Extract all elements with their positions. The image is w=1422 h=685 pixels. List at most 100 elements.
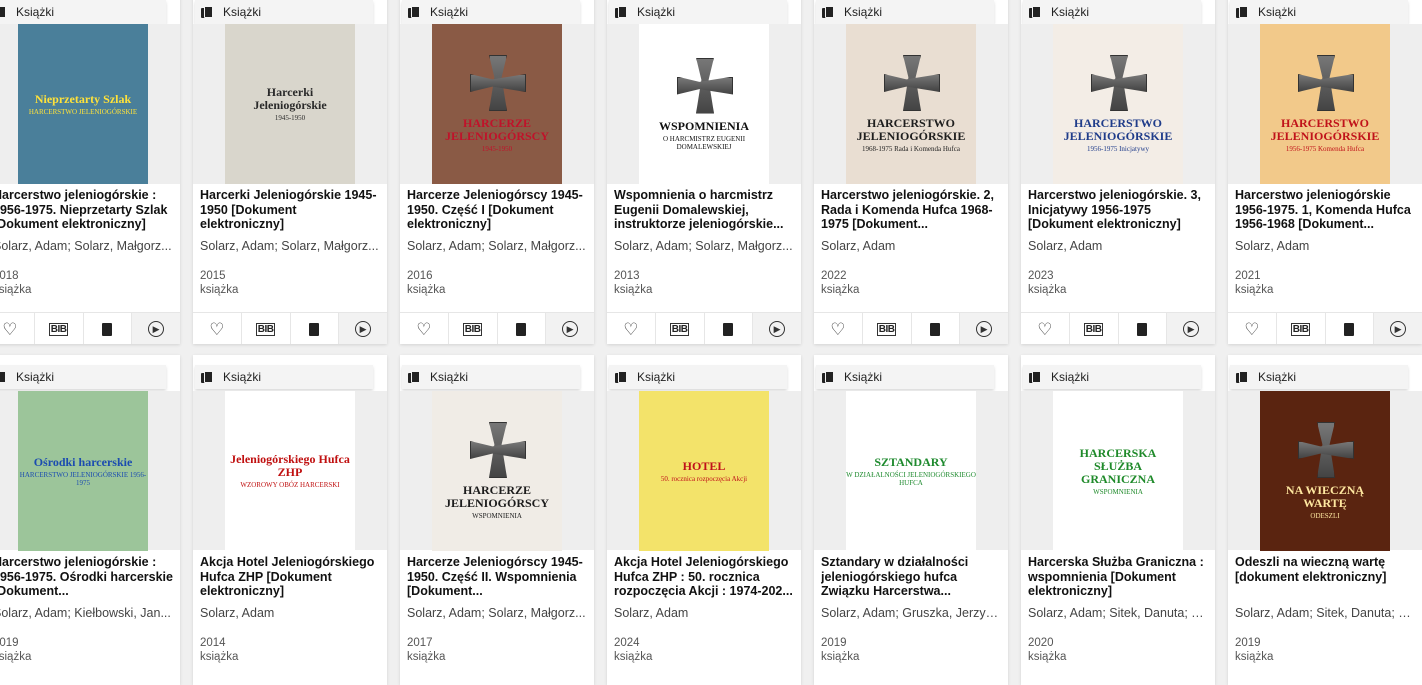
bibliography-button[interactable]: BIB: [863, 313, 912, 344]
book-title-link[interactable]: Wspomnienia o harcmistrz Eugenii Domalew…: [614, 188, 795, 232]
book-button[interactable]: [84, 313, 133, 344]
book-cover[interactable]: HARCERSKA SŁUŻBA GRANICZNA WSPOMNIENIA: [1053, 391, 1183, 551]
book-cover[interactable]: HARCERZE JELENIOGÓRSCY WSPOMNIENIA: [432, 391, 562, 551]
book-icon: [102, 322, 113, 336]
format-label: Książki: [430, 5, 469, 19]
books-icon: [201, 5, 213, 19]
result-card[interactable]: Książki HOTEL 50. rocznica rozpoczęcia A…: [607, 355, 801, 685]
favorite-button[interactable]: ♡: [193, 313, 242, 344]
book-cover[interactable]: NA WIECZNĄ WARTĘ ODESZLI: [1260, 391, 1390, 551]
book-title-link[interactable]: Harcerska Służba Graniczna : wspomnienia…: [1028, 555, 1209, 599]
result-card[interactable]: Książki HARCERSKA SŁUŻBA GRANICZNA WSPOM…: [1021, 355, 1215, 685]
book-title-link[interactable]: Akcja Hotel Jeleniogórskiego Hufca ZHP […: [200, 555, 381, 599]
cover-area[interactable]: SZTANDARY W DZIAŁALNOŚCI JELENIOGÓRSKIEG…: [814, 391, 1008, 551]
cover-area[interactable]: HARCERSTWO JELENIOGÓRSKIE 1956-1975 Kome…: [1228, 24, 1422, 184]
cover-subtitle: 1945-1950: [481, 145, 513, 153]
book-title-link[interactable]: Harcerstwo jeleniogórskie : 1956-1975. O…: [0, 555, 174, 599]
details-button[interactable]: ▶: [960, 313, 1008, 344]
book-title-link[interactable]: Odeszli na wieczną wartę [dokument elekt…: [1235, 555, 1416, 584]
cover-area[interactable]: Jeleniogórskiego Hufca ZHP WZOROWY OBÓZ …: [193, 391, 387, 551]
cover-area[interactable]: HARCERZE JELENIOGÓRSCY 1945-1950: [400, 24, 594, 184]
book-cover[interactable]: SZTANDARY W DZIAŁALNOŚCI JELENIOGÓRSKIEG…: [846, 391, 976, 551]
cover-area[interactable]: WSPOMNIENIA O HARCMISTRZ EUGENII DOMALEW…: [607, 24, 801, 184]
favorite-button[interactable]: ♡: [607, 313, 656, 344]
book-button[interactable]: [498, 313, 547, 344]
result-card[interactable]: Książki HARCERSTWO JELENIOGÓRSKIE 1968-1…: [814, 0, 1008, 344]
result-card[interactable]: Książki Ośrodki harcerskie HARCERSTWO JE…: [0, 355, 180, 685]
book-title-link[interactable]: Harcerstwo jeleniogórskie. 2, Rada i Kom…: [821, 188, 1002, 232]
favorite-button[interactable]: ♡: [400, 313, 449, 344]
book-authors: Solarz, Adam: [614, 606, 689, 620]
result-card[interactable]: Książki Jeleniogórskiego Hufca ZHP WZORO…: [193, 355, 387, 685]
favorite-button[interactable]: ♡: [1021, 313, 1070, 344]
book-button[interactable]: [705, 313, 754, 344]
result-card[interactable]: Książki NA WIECZNĄ WARTĘ ODESZLI Odeszli…: [1228, 355, 1422, 685]
book-title-link[interactable]: Akcja Hotel Jeleniogórskiego Hufca ZHP :…: [614, 555, 795, 599]
book-title-link[interactable]: Sztandary w działalności jeleniogórskieg…: [821, 555, 1002, 599]
cover-subtitle: WSPOMNIENIA: [472, 512, 522, 520]
details-button[interactable]: ▶: [546, 313, 594, 344]
book-icon: [723, 322, 734, 336]
bibliography-button[interactable]: BIB: [35, 313, 84, 344]
cover-area[interactable]: HARCERSKA SŁUŻBA GRANICZNA WSPOMNIENIA: [1021, 391, 1215, 551]
bib-icon: BIB: [1083, 322, 1104, 336]
book-button[interactable]: [1119, 313, 1168, 344]
result-card[interactable]: Książki WSPOMNIENIA O HARCMISTRZ EUGENII…: [607, 0, 801, 344]
book-cover[interactable]: Nieprzetarty Szlak HARCERSTWO JELENIOGÓR…: [18, 24, 148, 184]
details-button[interactable]: ▶: [753, 313, 801, 344]
book-button[interactable]: [1326, 313, 1375, 344]
cover-area[interactable]: HARCERSTWO JELENIOGÓRSKIE 1968-1975 Rada…: [814, 24, 1008, 184]
book-cover[interactable]: Harcerki Jeleniogórskie 1945-1950: [225, 24, 355, 184]
details-button[interactable]: ▶: [339, 313, 387, 344]
card-actions: ♡ BIB ▶: [1021, 312, 1215, 344]
cover-area[interactable]: NA WIECZNĄ WARTĘ ODESZLI: [1228, 391, 1422, 551]
book-button[interactable]: [912, 313, 961, 344]
details-button[interactable]: ▶: [1167, 313, 1215, 344]
result-card[interactable]: Książki SZTANDARY W DZIAŁALNOŚCI JELENIO…: [814, 355, 1008, 685]
cover-area[interactable]: Harcerki Jeleniogórskie 1945-1950: [193, 24, 387, 184]
cover-area[interactable]: Nieprzetarty Szlak HARCERSTWO JELENIOGÓR…: [0, 24, 180, 184]
books-icon: [408, 370, 420, 384]
book-cover[interactable]: HARCERSTWO JELENIOGÓRSKIE 1956-1975 Inic…: [1053, 24, 1183, 184]
bibliography-button[interactable]: BIB: [449, 313, 498, 344]
result-card[interactable]: Książki Harcerki Jeleniogórskie 1945-195…: [193, 0, 387, 344]
book-cover[interactable]: HOTEL 50. rocznica rozpoczęcia Akcji: [639, 391, 769, 551]
book-cover[interactable]: Ośrodki harcerskie HARCERSTWO JELENIOGÓR…: [18, 391, 148, 551]
cover-area[interactable]: HARCERSTWO JELENIOGÓRSKIE 1956-1975 Inic…: [1021, 24, 1215, 184]
details-button[interactable]: ▶: [132, 313, 180, 344]
cover-area[interactable]: HARCERZE JELENIOGÓRSCY WSPOMNIENIA: [400, 391, 594, 551]
favorite-button[interactable]: ♡: [0, 313, 35, 344]
favorite-button[interactable]: ♡: [1228, 313, 1277, 344]
result-card[interactable]: Książki HARCERZE JELENIOGÓRSCY 1945-1950…: [400, 0, 594, 344]
book-cover[interactable]: HARCERSTWO JELENIOGÓRSKIE 1968-1975 Rada…: [846, 24, 976, 184]
book-button[interactable]: [291, 313, 340, 344]
details-button[interactable]: ▶: [1374, 313, 1422, 344]
book-cover[interactable]: Jeleniogórskiego Hufca ZHP WZOROWY OBÓZ …: [225, 391, 355, 551]
books-icon: [408, 5, 420, 19]
book-cover[interactable]: WSPOMNIENIA O HARCMISTRZ EUGENII DOMALEW…: [639, 24, 769, 184]
bibliography-button[interactable]: BIB: [656, 313, 705, 344]
cover-area[interactable]: Ośrodki harcerskie HARCERSTWO JELENIOGÓR…: [0, 391, 180, 551]
result-card[interactable]: Książki HARCERSTWO JELENIOGÓRSKIE 1956-1…: [1228, 0, 1422, 344]
cover-area[interactable]: HOTEL 50. rocznica rozpoczęcia Akcji: [607, 391, 801, 551]
book-title-link[interactable]: Harcerze Jeleniogórscy 1945-1950. Część …: [407, 555, 588, 599]
book-title-link[interactable]: Harcerze Jeleniogórscy 1945-1950. Część …: [407, 188, 588, 232]
bibliography-button[interactable]: BIB: [1277, 313, 1326, 344]
arrow-right-circle-icon: ▶: [769, 321, 786, 337]
book-icon: [930, 322, 941, 336]
favorite-button[interactable]: ♡: [814, 313, 863, 344]
book-cover[interactable]: HARCERZE JELENIOGÓRSCY 1945-1950: [432, 24, 562, 184]
book-cover[interactable]: HARCERSTWO JELENIOGÓRSKIE 1956-1975 Kome…: [1260, 24, 1390, 184]
book-title-link[interactable]: Harcerstwo jeleniogórskie 1956-1975. 1, …: [1235, 188, 1416, 232]
book-title-link[interactable]: Harcerstwo jeleniogórskie : 1956-1975. N…: [0, 188, 174, 232]
books-icon: [1029, 370, 1041, 384]
result-card[interactable]: Książki HARCERSTWO JELENIOGÓRSKIE 1956-1…: [1021, 0, 1215, 344]
bibliography-button[interactable]: BIB: [242, 313, 291, 344]
book-title-link[interactable]: Harcerki Jeleniogórskie 1945-1950 [Dokum…: [200, 188, 381, 232]
result-card[interactable]: Książki HARCERZE JELENIOGÓRSCY WSPOMNIEN…: [400, 355, 594, 685]
book-type: książka: [1235, 651, 1274, 663]
bibliography-button[interactable]: BIB: [1070, 313, 1119, 344]
book-title-link[interactable]: Harcerstwo jeleniogórskie. 3, Inicjatywy…: [1028, 188, 1209, 232]
result-card[interactable]: Książki Nieprzetarty Szlak HARCERSTWO JE…: [0, 0, 180, 344]
format-label: Książki: [16, 5, 55, 19]
